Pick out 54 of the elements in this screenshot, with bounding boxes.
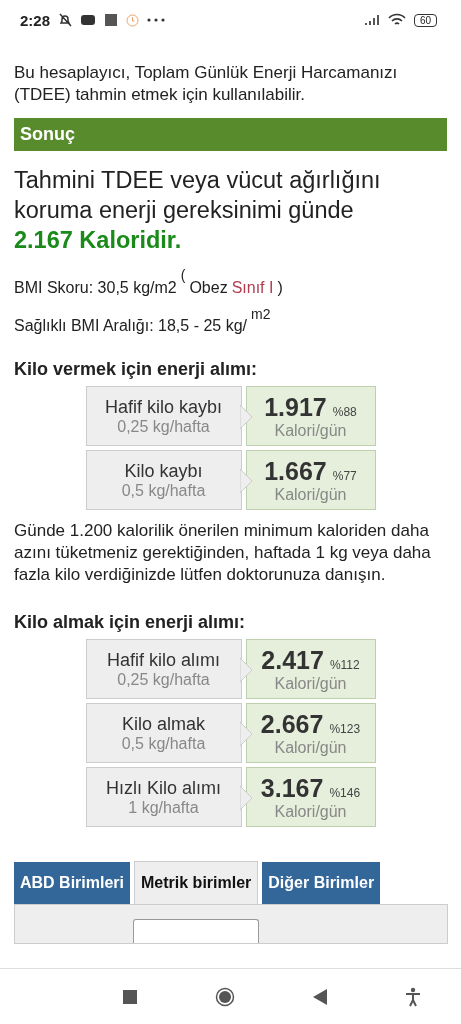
calorie-percent: %146 — [329, 785, 361, 800]
calorie-value: 1.667 — [264, 456, 327, 486]
input-field[interactable] — [133, 919, 259, 943]
home-icon[interactable] — [215, 986, 235, 1007]
battery-level: 60 — [413, 13, 437, 27]
plan-name: Hafif kilo kaybı — [104, 396, 222, 418]
plan-rate: 0,5 kg/hafta — [121, 481, 206, 500]
plan-name: Kilo almak — [122, 713, 205, 735]
calorie-percent: %123 — [329, 721, 361, 736]
warning-text: Günde 1.200 kalorilik önerilen minimum kaloriden daha azını tüketmeniz gerektiğinden, haftada 1 kg veya daha fazla kilo verdiğinizde lütfen doktorunuza danışın. — [14, 520, 432, 586]
paren-open: ( — [180, 267, 186, 283]
calorie-unit: Kalori/gün — [274, 421, 347, 440]
bmi-category: Obez — [189, 279, 228, 297]
plan-name: Kilo kaybı — [124, 460, 203, 482]
calorie-unit: Kalori/gün — [274, 485, 347, 504]
status-time: 2:28 — [20, 11, 51, 29]
bmi-class: Sınıf I — [231, 279, 274, 297]
bell-off-icon — [58, 13, 73, 27]
unit-tab[interactable]: Diğer Birimler — [262, 862, 381, 904]
result-text: Tahmini TDEE veya vücut ağırlığını koruma enerji gereksinimi günde — [14, 166, 382, 225]
accessibility-icon[interactable] — [405, 986, 421, 1007]
gain-heading: Kilo almak için enerji alımı: — [14, 612, 247, 633]
plan-name: Hafif kilo alımı — [107, 649, 220, 671]
calorie-percent: %77 — [332, 468, 357, 483]
wifi-icon — [387, 13, 406, 27]
clock-icon — [126, 13, 140, 27]
plan-rate: 1 kg/hafta — [128, 798, 199, 817]
unit-tab[interactable]: ABD Birimleri — [14, 862, 131, 904]
plan-rate: 0,25 kg/hafta — [117, 670, 210, 689]
plan-rate: 0,5 kg/hafta — [121, 734, 206, 753]
result-value: 2.167 Kaloridir. — [14, 226, 183, 255]
calorie-unit: Kalori/gün — [274, 802, 347, 821]
bmi-score: BMI Skoru: 30,5 kg/m2 — [14, 279, 177, 297]
loss-heading: Kilo vermek için enerji alımı: — [14, 359, 259, 380]
calorie-value: 2.417 — [261, 645, 324, 675]
range-unit: m2 — [251, 306, 271, 322]
plan-rate: 0,25 kg/hafta — [117, 417, 210, 436]
calorie-percent: %88 — [332, 404, 357, 419]
unit-tab[interactable]: Metrik birimler — [134, 861, 259, 904]
calorie-value: 1.917 — [264, 392, 327, 422]
calorie-value: 2.667 — [260, 709, 324, 739]
calorie-unit: Kalori/gün — [274, 738, 347, 757]
paren-close: ) — [277, 279, 283, 297]
intro-text: Bu hesaplayıcı, Toplam Günlük Enerji Harcamanızı (TDEE) tahmin etmek için kullanılabilir. — [14, 62, 399, 106]
result-header: Sonuç — [14, 118, 447, 151]
plan-name: Hızlı Kilo alımı — [106, 777, 221, 799]
recents-icon[interactable] — [123, 989, 137, 1004]
back-icon[interactable] — [313, 988, 327, 1005]
more-icon — [147, 18, 166, 22]
signal-icon — [363, 14, 380, 26]
calorie-value: 3.167 — [260, 773, 324, 803]
calorie-percent: %112 — [329, 657, 360, 672]
calorie-unit: Kalori/gün — [274, 674, 347, 693]
bmi-range: Sağlıklı BMI Aralığı: 18,5 - 25 kg/ — [14, 317, 247, 335]
